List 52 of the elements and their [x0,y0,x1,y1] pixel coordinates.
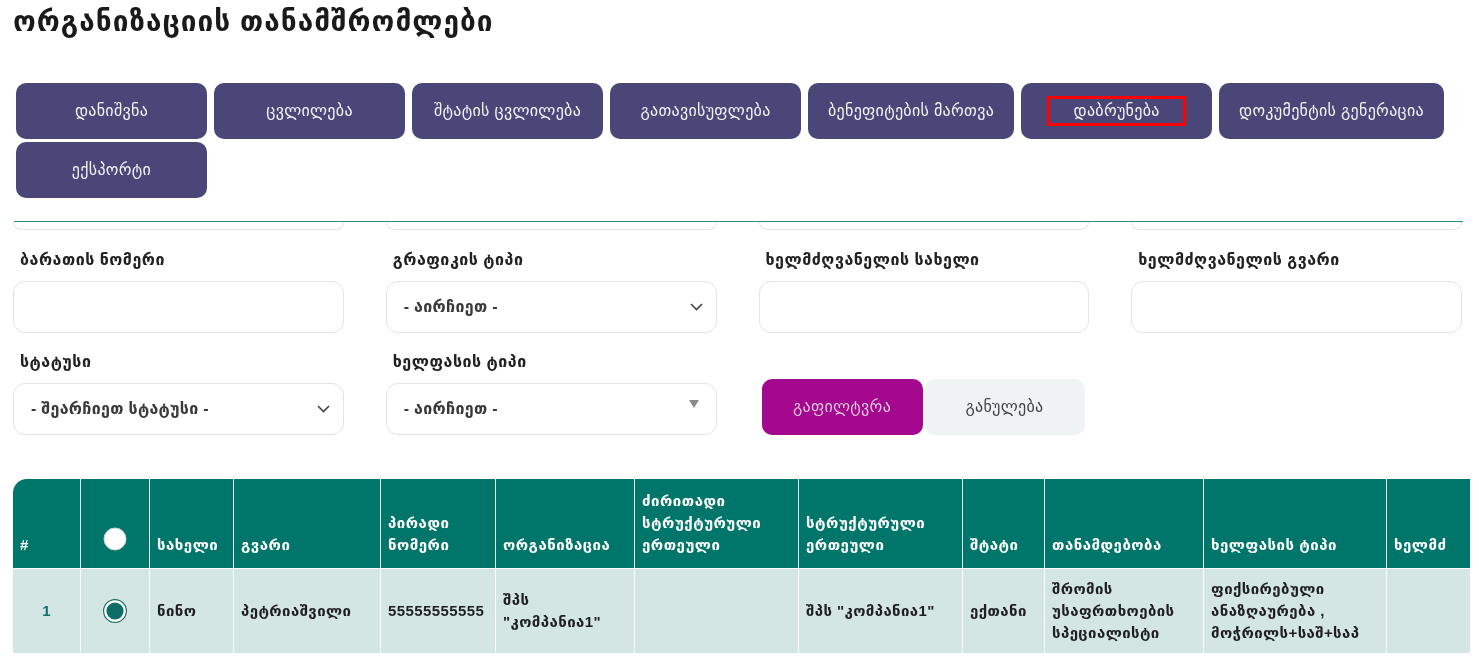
action-button[interactable]: გათავისუფლება [610,83,801,139]
field-label: ხელმძღვანელის სახელი [765,250,980,270]
column-header: ხელმძ [1386,479,1470,568]
field-label: სტატუსი [20,352,92,372]
column-header: სახელი [149,479,233,568]
input-field[interactable] [1131,281,1462,333]
select-field[interactable]: - აირჩიეთ - [385,383,717,435]
action-button[interactable]: შტატის ცვლილება [412,83,603,139]
chevron-down-icon [316,405,330,413]
column-header: გვარი [233,479,380,568]
field-label: ბარათის ნომერი [20,250,165,270]
triangle-down-icon [688,400,699,408]
action-button[interactable]: ექსპორტი [16,142,207,198]
input-field[interactable] [13,281,344,333]
field-label: გრაფიკის ტიპი [392,250,524,270]
filter-button[interactable]: გაფილტვრა [761,379,923,435]
table-cell: ფიქსირებული ანაზღაურება , მოჭრილს+საშ+საპ [1203,568,1386,653]
table-cell: ექთანი [962,568,1044,653]
column-header: შტატი [962,479,1044,568]
table-cell: ნინო [149,568,233,653]
table-cell: პეტრიაშვილი [233,568,380,653]
column-header: სტრუქტურული ერთეული [798,479,962,568]
action-button[interactable]: ცვლილება [214,83,405,139]
table-cell: 1 [13,568,80,653]
input-field[interactable] [13,222,344,230]
radio-button[interactable] [103,599,127,623]
input-field[interactable] [758,222,1090,230]
input-field[interactable] [385,222,717,230]
reset-button[interactable]: განულება [924,379,1085,435]
action-button[interactable]: ბენეფიტების მართვა [808,83,1015,139]
action-button[interactable]: დანიშვნა [16,83,207,139]
table-cell: შპს "კომპანია1" [495,568,634,653]
column-header: ხელფასის ტიპი [1203,479,1386,568]
table-cell: შპს "კომპანია1" [798,568,962,653]
input-field[interactable] [1131,222,1462,230]
column-header: პირადი ნომერი [380,479,495,568]
action-button[interactable]: დოკუმენტის გენერაცია [1219,83,1444,139]
select-field[interactable]: - აირჩიეთ - [385,281,717,333]
column-header: ორგანიზაცია [495,479,634,568]
column-header: ძირითადი სტრუქტურული ერთეული [634,479,798,568]
page-title: ორგანიზაციის თანამშრომლები [13,5,494,39]
chevron-down-icon [689,303,703,311]
column-header: # [13,479,80,568]
column-header: თანამდებობა [1044,479,1203,568]
table-cell: შრომის უსაფრთხოების სპეციალისტი [1044,568,1203,653]
field-label: ხელმძღვანელის გვარი [1138,250,1340,270]
select-all-radio[interactable] [103,527,127,551]
input-field[interactable] [758,281,1090,333]
action-button[interactable]: დაბრუნება [1021,83,1213,139]
table-cell: 55555555555 [380,568,495,653]
field-label: ხელფასის ტიპი [392,352,527,372]
select-field[interactable]: - შეარჩიეთ სტატუსი - [13,383,344,435]
